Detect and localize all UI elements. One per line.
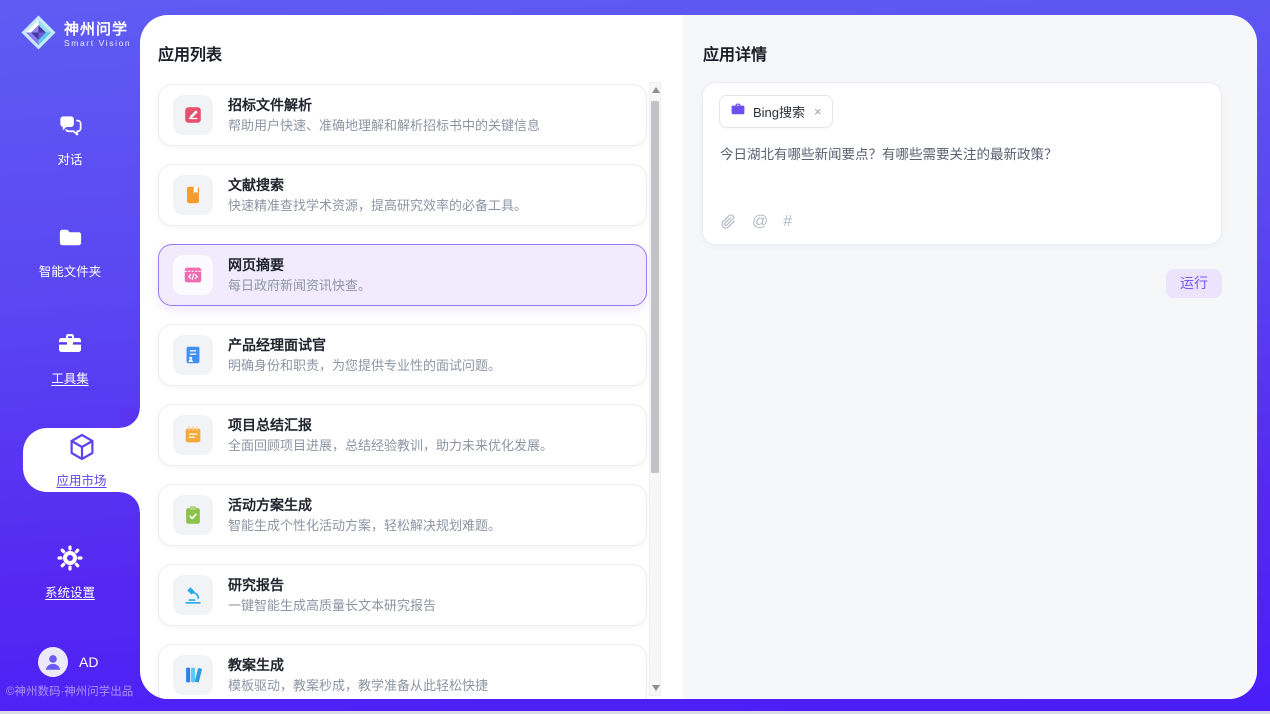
sidebar-item-label: 智能文件夹 (39, 261, 102, 280)
sidebar-item-label: 系统设置 (45, 582, 95, 601)
sidebar-item-label: 对话 (57, 149, 82, 168)
sidebar-item-smart-folder[interactable]: 智能文件夹 (0, 224, 140, 280)
app-name: 研究报告 (228, 576, 436, 594)
app-card-list: 招标文件解析帮助用户快速、准确地理解和解析招标书中的关键信息文献搜索快速精准查找… (158, 84, 647, 699)
app-card[interactable]: 产品经理面试官明确身份和职责，为您提供专业性的面试问题。 (158, 324, 647, 386)
app-card[interactable]: 活动方案生成智能生成个性化活动方案，轻松解决规划难题。 (158, 484, 647, 546)
brand-name: 神州问学 (64, 21, 131, 38)
tab-fillet (120, 492, 140, 512)
compose-icon (173, 95, 213, 135)
app-card[interactable]: 招标文件解析帮助用户快速、准确地理解和解析招标书中的关键信息 (158, 84, 647, 146)
app-desc: 全面回顾项目进展，总结经验教训，助力未来优化发展。 (228, 437, 553, 454)
browser-code-icon (173, 255, 213, 295)
app-desc: 一键智能生成高质量长文本研究报告 (228, 597, 436, 614)
book-icon (173, 175, 213, 215)
app-desc: 快速精准查找学术资源，提高研究效率的必备工具。 (228, 197, 527, 214)
app-name: 教案生成 (228, 656, 488, 674)
sidebar-item-app-market-active[interactable]: 应用市场 (23, 428, 140, 492)
sidebar: 神州问学 Smart Vision 对话 智能文件夹 工具集 应用市场 系统设置 (0, 0, 140, 714)
main-content: 应用列表 招标文件解析帮助用户快速、准确地理解和解析招标书中的关键信息文献搜索快… (140, 15, 1257, 699)
sidebar-item-chat[interactable]: 对话 (0, 112, 140, 168)
brand-subtitle: Smart Vision (64, 38, 131, 49)
app-name: 网页摘要 (228, 256, 371, 274)
user-account[interactable]: AD (38, 647, 98, 677)
query-input[interactable]: 今日湖北有哪些新闻要点？有哪些需要关注的最新政策？ (720, 145, 1204, 164)
sidebar-item-label: 应用市场 (56, 470, 106, 489)
app-desc: 明确身份和职责，为您提供专业性的面试问题。 (228, 357, 501, 374)
app-list-title: 应用列表 (158, 41, 222, 65)
app-name: 产品经理面试官 (228, 336, 501, 354)
report-note-icon (173, 415, 213, 455)
scrollbar-thumb[interactable] (651, 101, 659, 473)
app-desc: 模板驱动，教案秒成，教学准备从此轻松快捷 (228, 677, 488, 694)
app-card[interactable]: 文献搜索快速精准查找学术资源，提高研究效率的必备工具。 (158, 164, 647, 226)
books-icon (173, 655, 213, 695)
cube-icon (67, 432, 97, 467)
toolbox-icon (56, 330, 84, 363)
app-window: 神州问学 Smart Vision 对话 智能文件夹 工具集 应用市场 系统设置 (0, 0, 1270, 714)
folder-icon (57, 224, 84, 256)
hash-icon[interactable]: # (783, 213, 792, 230)
app-detail-panel: 应用详情 Bing搜索 × 今日湖北有哪些新闻要点？有哪些需要关注的最新政策？ … (683, 15, 1257, 699)
briefcase-icon (730, 101, 746, 122)
diamond-logo-icon (20, 14, 57, 56)
copyright-text: ©神州数码·神州问学出品 (6, 683, 140, 699)
app-name: 招标文件解析 (228, 96, 540, 114)
app-card[interactable]: 网页摘要每日政府新闻资讯快查。 (158, 244, 647, 306)
scroll-up-arrow-icon[interactable] (652, 87, 660, 93)
scrollbar[interactable] (649, 82, 661, 696)
app-card[interactable]: 项目总结汇报全面回顾项目进展，总结经验教训，助力未来优化发展。 (158, 404, 647, 466)
user-initials: AD (79, 654, 98, 670)
at-sign-icon[interactable]: @ (752, 213, 768, 230)
app-name: 活动方案生成 (228, 496, 501, 514)
paperclip-icon[interactable] (720, 213, 737, 230)
sidebar-item-settings[interactable]: 系统设置 (0, 544, 140, 601)
app-card[interactable]: 研究报告一键智能生成高质量长文本研究报告 (158, 564, 647, 626)
sidebar-item-toolset[interactable]: 工具集 (0, 330, 140, 387)
interview-doc-icon (173, 335, 213, 375)
app-detail-title: 应用详情 (703, 41, 767, 65)
tool-chip-bing-search[interactable]: Bing搜索 × (719, 95, 833, 128)
sidebar-item-label: 工具集 (51, 368, 89, 387)
run-button[interactable]: 运行 (1166, 269, 1222, 298)
brand-logo: 神州问学 Smart Vision (20, 14, 131, 56)
app-desc: 智能生成个性化活动方案，轻松解决规划难题。 (228, 517, 501, 534)
tool-chip-label: Bing搜索 (753, 102, 805, 121)
avatar (38, 647, 68, 677)
clipboard-check-icon (173, 495, 213, 535)
app-name: 项目总结汇报 (228, 416, 553, 434)
tab-fillet (120, 408, 140, 428)
attachment-toolbar: @# (720, 213, 792, 230)
prompt-input-card: Bing搜索 × 今日湖北有哪些新闻要点？有哪些需要关注的最新政策？ @# (702, 82, 1222, 245)
close-icon[interactable]: × (814, 104, 822, 119)
gear-icon (56, 544, 84, 577)
app-name: 文献搜索 (228, 176, 527, 194)
chat-bubbles-icon (57, 112, 84, 144)
app-list-panel: 应用列表 招标文件解析帮助用户快速、准确地理解和解析招标书中的关键信息文献搜索快… (140, 15, 683, 699)
app-desc: 帮助用户快速、准确地理解和解析招标书中的关键信息 (228, 117, 540, 134)
scroll-down-arrow-icon[interactable] (652, 685, 660, 691)
app-desc: 每日政府新闻资讯快查。 (228, 277, 371, 294)
microscope-icon (173, 575, 213, 615)
app-card[interactable]: 教案生成模板驱动，教案秒成，教学准备从此轻松快捷 (158, 644, 647, 699)
